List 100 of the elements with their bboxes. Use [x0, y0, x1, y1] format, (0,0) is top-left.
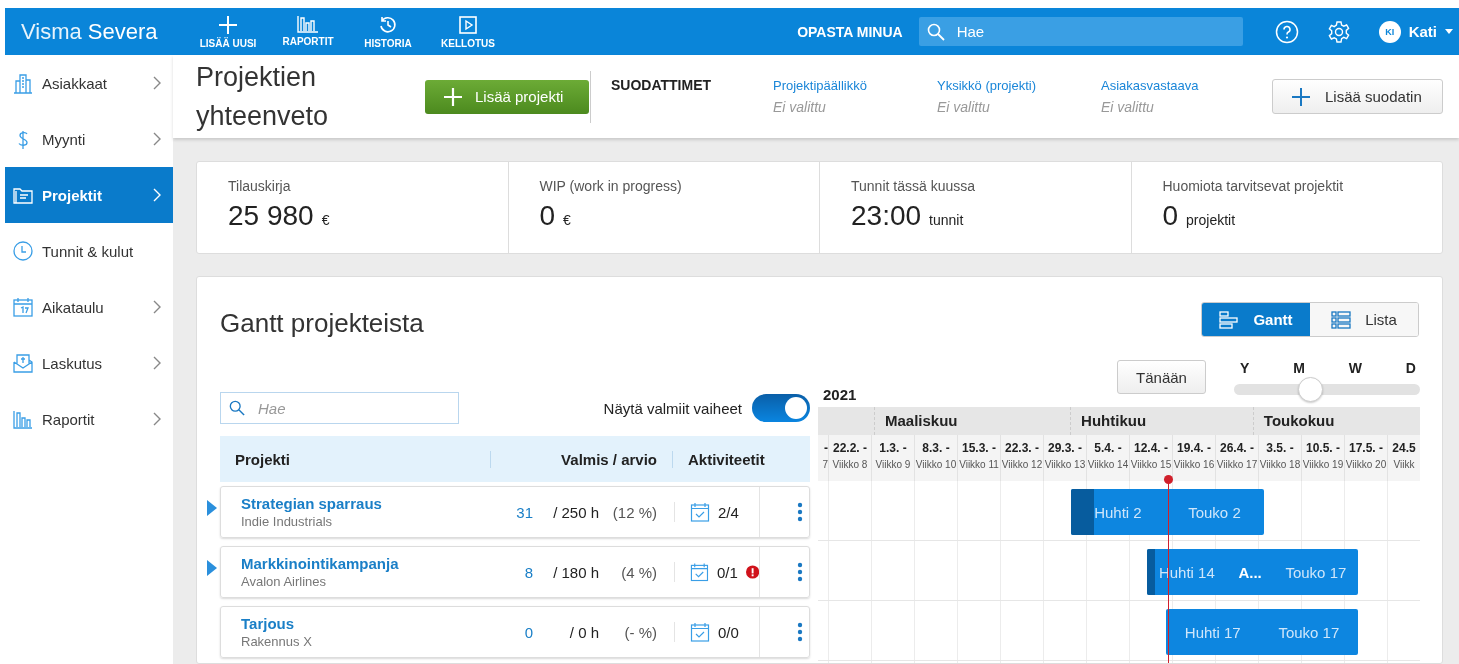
toggle-label: Näytä valmiit vaiheet	[603, 399, 742, 417]
summary-label: Tunnit tässä kuussa	[851, 178, 976, 194]
clock-icon	[12, 240, 34, 262]
summary-unit: €	[321, 212, 330, 228]
week-date: 8.3. -	[922, 441, 950, 455]
zoom-label[interactable]: Y	[1240, 360, 1250, 376]
week-date: -	[824, 441, 828, 455]
week-number: 7	[822, 459, 828, 470]
envelope-icon	[12, 352, 34, 374]
calendar-icon	[12, 296, 34, 318]
more-icon[interactable]	[797, 562, 803, 582]
calendar-check-icon	[690, 502, 710, 522]
project-row[interactable]: Markkinointikampanja Avalon Airlines 8 / 180 h (4 %) 0/1	[220, 546, 810, 598]
project-row[interactable]: Tarjous Rakennus X 0 / 0 h (- %) 0/0	[220, 606, 810, 658]
expand-icon[interactable]	[207, 560, 217, 576]
page-title: Projektien yhteenveto	[196, 60, 330, 133]
filter-value: Ei valittu	[937, 99, 991, 115]
nav-button[interactable]: KELLOTUS	[435, 14, 501, 49]
week-number: Viikko 15	[1130, 459, 1172, 470]
settings-icon[interactable]	[1326, 19, 1351, 44]
activity-count: 0/0	[718, 623, 739, 641]
week-date: 5.4. -	[1094, 441, 1122, 455]
bar-end-date: Touko 2	[1188, 503, 1241, 521]
history-icon	[378, 14, 398, 35]
more-icon[interactable]	[797, 502, 803, 522]
sidebar-item[interactable]: Myynti	[5, 111, 173, 167]
sidebar-item[interactable]: Projektit	[5, 167, 173, 223]
guide-button[interactable]: OPASTA MINUA	[797, 23, 903, 40]
sidebar-item[interactable]: Aikataulu	[5, 279, 173, 335]
summary-unit: projektit	[1186, 212, 1236, 228]
zoom-label[interactable]: W	[1348, 360, 1362, 376]
week-date: 22.3. -	[1005, 441, 1039, 455]
more-icon[interactable]	[797, 622, 803, 642]
avatar: KI	[1378, 20, 1401, 43]
bar-title: A...	[1238, 563, 1262, 581]
week-date: 26.4. -	[1220, 441, 1254, 455]
sidebar-item[interactable]: Raportit	[5, 391, 173, 447]
nav-button[interactable]: RAPORTIT	[275, 14, 341, 49]
week-date: 15.3. -	[962, 441, 996, 455]
week-number: Viikk	[1393, 459, 1415, 470]
add-filter-button[interactable]: Lisää suodatin	[1272, 79, 1443, 114]
search-field[interactable]: Hae	[918, 17, 1243, 46]
project-row[interactable]: Strategian sparraus Indie Industrials 31 / 250 h (12 %) 2/4	[220, 486, 810, 538]
activity-count: 0/1	[716, 563, 738, 581]
gantt-bar[interactable]: Huhti 2 Touko 2	[1070, 489, 1264, 535]
customer-name: Avalon Airlines	[241, 574, 328, 589]
nav-button[interactable]: HISTORIA	[355, 14, 421, 49]
user-menu[interactable]: KI Kati	[1378, 20, 1453, 43]
help-icon[interactable]	[1274, 19, 1299, 44]
summary-label: WIP (work in progress)	[539, 178, 683, 194]
week-date: 19.4. -	[1177, 441, 1211, 455]
user-name: Kati	[1408, 23, 1437, 40]
project-name[interactable]: Tarjous	[241, 615, 511, 632]
hours-estimate: / 0 h	[568, 623, 599, 641]
nav-button[interactable]: LISÄÄ UUSI	[195, 14, 261, 49]
play-icon	[458, 14, 478, 35]
add-project-button[interactable]: Lisää projekti	[425, 79, 589, 114]
project-name[interactable]: Markkinointikampanja	[241, 555, 511, 572]
filter-label[interactable]: Projektipäällikkö	[773, 78, 937, 93]
plus-icon	[443, 86, 463, 107]
gantt-bar[interactable]: Huhti 17 Touko 17	[1165, 609, 1359, 655]
project-name[interactable]: Strategian sparraus	[241, 495, 511, 512]
week-number: Viikko 20	[1345, 459, 1387, 470]
calendar-check-icon	[690, 622, 710, 642]
zoom-label[interactable]: M	[1293, 360, 1305, 376]
view-tab[interactable]: Gantt	[1202, 303, 1310, 336]
week-number: Viikko 12	[1001, 459, 1043, 470]
toggle-switch[interactable]	[752, 394, 810, 422]
summary-label: Huomiota tarvitsevat projektit	[1162, 178, 1345, 194]
week-number: Viikko 17	[1216, 459, 1258, 470]
expand-icon[interactable]	[207, 500, 217, 516]
column-header: Aktiviteetit	[687, 450, 765, 468]
zoom-slider[interactable]	[1234, 377, 1420, 402]
sidebar-item[interactable]: Asiakkaat	[5, 55, 173, 111]
filter-value: Ei valittu	[1101, 99, 1155, 115]
week-number: Viikko 16	[1173, 459, 1215, 470]
zoom-label[interactable]: D	[1405, 360, 1416, 376]
hours-estimate: / 180 h	[552, 563, 599, 581]
filters-title: SUODATTIMET	[611, 77, 713, 93]
week-date: 22.2. -	[833, 441, 867, 455]
sidebar-item[interactable]: Laskutus	[5, 335, 173, 391]
caret-icon	[1445, 29, 1453, 34]
plus-icon	[218, 14, 238, 35]
filter-label[interactable]: Yksikkö (projekti)	[937, 78, 1101, 93]
slider-thumb[interactable]	[1298, 377, 1324, 402]
calendar-check-icon	[690, 562, 709, 582]
week-number: Viikko 18	[1259, 459, 1301, 470]
filter-label[interactable]: Asiakasvastaava	[1101, 78, 1265, 93]
search-field[interactable]: Hae	[220, 392, 459, 424]
hours-done: 0	[523, 623, 533, 641]
view-tab[interactable]: Lista	[1310, 303, 1418, 336]
week-number: Viikko 10	[915, 459, 957, 470]
sidebar-item[interactable]: Tunnit & kulut	[5, 223, 173, 279]
week-date: 12.4. -	[1134, 441, 1168, 455]
filter-value: Ei valittu	[773, 99, 827, 115]
gantt-icon	[1219, 310, 1240, 329]
today-button[interactable]: Tänään	[1117, 360, 1206, 394]
logo[interactable]: Visma Severa	[5, 18, 195, 45]
list-icon	[1331, 310, 1352, 329]
week-number: Viikko 19	[1302, 459, 1344, 470]
